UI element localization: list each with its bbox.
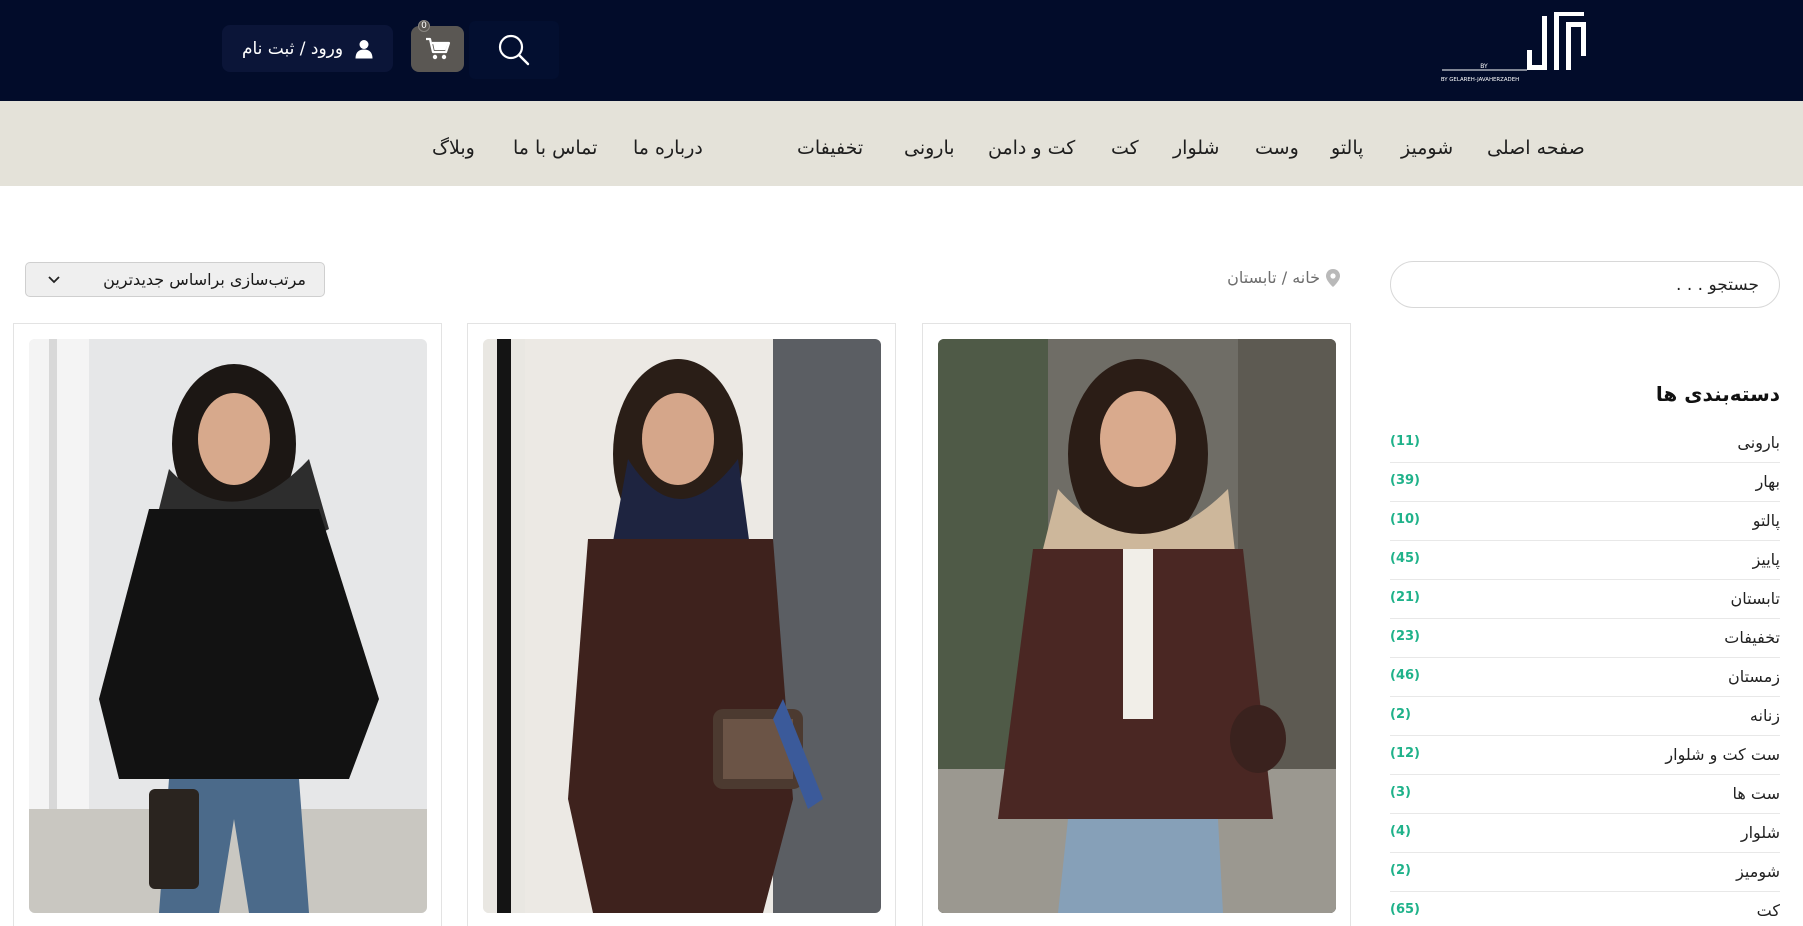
category-count: (46) xyxy=(1390,668,1420,683)
svg-text:BY: BY xyxy=(1480,63,1488,70)
nav-coat[interactable]: پالتو xyxy=(1331,137,1363,159)
cart-button[interactable] xyxy=(411,26,464,72)
category-count: (45) xyxy=(1390,551,1420,566)
nav-vest[interactable]: وست xyxy=(1255,137,1299,159)
breadcrumb-text[interactable]: خانه / تابستان xyxy=(1227,268,1320,287)
category-item[interactable]: تخفیفات (23) xyxy=(1390,619,1780,658)
category-name: زنانه xyxy=(1749,706,1780,725)
categories-title: دسته‌بندی ها xyxy=(1655,382,1780,406)
nav-pants[interactable]: شلوار xyxy=(1173,137,1219,159)
breadcrumb: خانه / تابستان xyxy=(1150,268,1340,287)
category-count: (23) xyxy=(1390,629,1420,644)
category-count: (21) xyxy=(1390,590,1420,605)
category-item[interactable]: کت (65) xyxy=(1390,892,1780,926)
category-name: بهار xyxy=(1755,472,1780,491)
nav-contact[interactable]: تماس با ما xyxy=(513,137,597,159)
nav-discounts[interactable]: تخفیفات xyxy=(797,137,863,159)
product-image[interactable] xyxy=(483,339,881,913)
category-item[interactable]: بهار (39) xyxy=(1390,463,1780,502)
category-item[interactable]: زنانه (2) xyxy=(1390,697,1780,736)
category-name: شومیز xyxy=(1736,862,1780,881)
product-image[interactable] xyxy=(938,339,1336,913)
search-button[interactable] xyxy=(469,21,559,79)
chevron-down-icon xyxy=(48,275,60,283)
login-register-button[interactable]: ورود / ثبت نام xyxy=(222,25,393,72)
category-name: ست ها xyxy=(1732,784,1780,803)
category-name: کت xyxy=(1756,901,1780,920)
nav-blog[interactable]: وبلاگ xyxy=(432,137,475,159)
product-card[interactable] xyxy=(922,323,1351,926)
nav-raincoat[interactable]: بارونی xyxy=(904,137,955,159)
category-count: (12) xyxy=(1390,746,1420,761)
logo-text: BY GELAREH-JAVAHERZADEH xyxy=(1441,77,1519,83)
logo-mark: BY BY GELAREH-JAVAHERZADEH xyxy=(1441,12,1586,83)
category-name: شلوار xyxy=(1740,823,1780,842)
sidebar-search-input[interactable] xyxy=(1390,261,1780,308)
cart-count-badge: 0 xyxy=(418,20,430,32)
category-item[interactable]: شومیز (2) xyxy=(1390,853,1780,892)
category-name: پاییز xyxy=(1752,550,1780,569)
category-count: (39) xyxy=(1390,473,1420,488)
product-image[interactable] xyxy=(29,339,427,913)
category-name: ست کت و شلوار xyxy=(1665,745,1780,764)
site-logo[interactable]: BY BY GELAREH-JAVAHERZADEH xyxy=(1424,10,1604,88)
nav-skirt-suit[interactable]: کت و دامن xyxy=(988,137,1075,159)
category-count: (4) xyxy=(1390,824,1411,839)
woman-burgundy-blazer-beige-scarf-photo xyxy=(938,339,1336,913)
nav-jacket[interactable]: کت xyxy=(1111,137,1139,159)
nav-home[interactable]: صفحه اصلی xyxy=(1487,137,1585,159)
user-icon xyxy=(355,39,373,58)
main-nav: صفحه اصلی شومیز پالتو وست شلوار کت کت و … xyxy=(0,101,1803,186)
location-pin-icon xyxy=(1326,268,1340,287)
category-item[interactable]: پالتو (10) xyxy=(1390,502,1780,541)
category-name: بارونی xyxy=(1737,433,1780,452)
login-register-label: ورود / ثبت نام xyxy=(241,38,344,59)
category-item[interactable]: بارونی (11) xyxy=(1390,424,1780,463)
categories-list: بارونی (11) بهار (39) پالتو (10) پاییز (45) … xyxy=(1390,424,1780,926)
category-name: تابستان xyxy=(1730,589,1780,608)
site-header: BY BY GELAREH-JAVAHERZADEH 0 ورود / ثبت … xyxy=(0,0,1803,101)
category-count: (2) xyxy=(1390,863,1411,878)
cart-icon xyxy=(425,37,450,60)
search-icon xyxy=(498,34,530,66)
woman-black-blazer-jeans-photo xyxy=(29,339,427,913)
category-item[interactable]: ست ها (3) xyxy=(1390,775,1780,814)
category-item[interactable]: تابستان (21) xyxy=(1390,580,1780,619)
category-count: (10) xyxy=(1390,512,1420,527)
nav-blouse[interactable]: شومیز xyxy=(1401,137,1453,159)
category-item[interactable]: شلوار (4) xyxy=(1390,814,1780,853)
nav-about[interactable]: درباره ما xyxy=(633,137,703,159)
category-item[interactable]: زمستان (46) xyxy=(1390,658,1780,697)
category-count: (3) xyxy=(1390,785,1411,800)
category-name: پالتو xyxy=(1752,511,1780,530)
category-item[interactable]: ست کت و شلوار (12) xyxy=(1390,736,1780,775)
woman-brown-suit-navy-scarf-photo xyxy=(483,339,881,913)
sort-select[interactable]: مرتب‌سازی براساس جدیدترین xyxy=(25,262,325,297)
product-card[interactable] xyxy=(13,323,442,926)
category-name: تخفیفات xyxy=(1724,628,1780,647)
category-item[interactable]: پاییز (45) xyxy=(1390,541,1780,580)
category-count: (11) xyxy=(1390,434,1420,449)
product-card[interactable] xyxy=(467,323,896,926)
category-count: (65) xyxy=(1390,902,1420,917)
category-count: (2) xyxy=(1390,707,1411,722)
sort-select-label: مرتب‌سازی براساس جدیدترین xyxy=(103,270,306,289)
category-name: زمستان xyxy=(1727,667,1780,686)
